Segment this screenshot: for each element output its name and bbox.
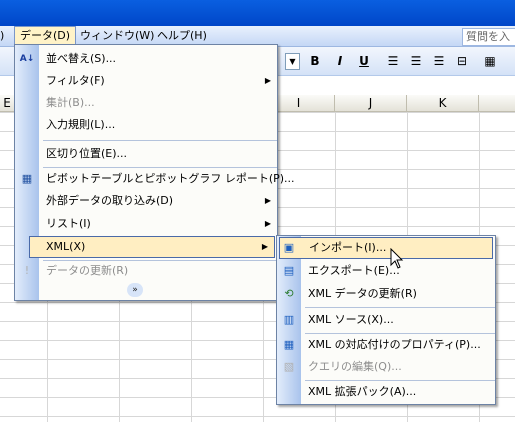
merge-center-icon[interactable]: ⊟ bbox=[452, 52, 472, 70]
align-left-icon[interactable]: ☰ bbox=[383, 52, 403, 70]
column-header-j[interactable]: J bbox=[335, 95, 407, 112]
column-header-k[interactable]: K bbox=[407, 95, 479, 112]
submenu-arrow-icon: ▶ bbox=[264, 76, 271, 85]
pivot-table-icon: ▦ bbox=[21, 172, 33, 185]
expand-menu-chevron-icon[interactable]: » bbox=[127, 283, 143, 297]
xml-import-icon: ▣ bbox=[283, 241, 295, 254]
menu-window[interactable]: ウィンドウ(W) bbox=[75, 27, 159, 44]
menu-item-sort[interactable]: A↓ 並べ替え(S)... bbox=[15, 48, 277, 70]
menu-item-refresh-data: ! データの更新(R) bbox=[15, 260, 277, 282]
align-right-icon[interactable]: ☰ bbox=[429, 52, 449, 70]
edit-query-icon: ▧ bbox=[283, 360, 295, 373]
menu-item-xml-refresh[interactable]: ⟲ XML データの更新(R) bbox=[277, 283, 495, 305]
submenu-arrow-icon: ▶ bbox=[261, 242, 268, 251]
menu-data[interactable]: データ(D) bbox=[14, 26, 77, 45]
currency-style-icon[interactable]: ▦ bbox=[480, 52, 500, 70]
menu-item-text-to-columns[interactable]: 区切り位置(E)... bbox=[15, 143, 277, 165]
menu-item-xml-source[interactable]: ▥ XML ソース(X)... bbox=[277, 309, 495, 331]
help-search-box[interactable]: 質問を入 bbox=[462, 28, 515, 46]
xml-export-icon: ▤ bbox=[283, 264, 295, 277]
refresh-icon: ! bbox=[24, 264, 30, 277]
data-menu: A↓ 並べ替え(S)... フィルタ(F) ▶ 集計(B)... 入力規則(L)… bbox=[14, 44, 295, 301]
menu-item-xml-export[interactable]: ▤ エクスポート(E)... bbox=[277, 260, 495, 282]
menu-item-subtotal: 集計(B)... bbox=[46, 96, 95, 109]
menu-item-xml-expansion-pack[interactable]: XML 拡張パック(A)... bbox=[277, 381, 495, 403]
menu-separator bbox=[305, 307, 495, 308]
menu-separator bbox=[43, 140, 277, 141]
menu-item-xml-import[interactable]: ▣ インポート(I)... bbox=[279, 237, 493, 259]
title-bar bbox=[0, 0, 515, 26]
xml-submenu: ▣ インポート(I)... ▤ エクスポート(E)... ⟲ XML データの更… bbox=[276, 235, 496, 405]
menu-help[interactable]: ヘルプ(H) bbox=[152, 27, 212, 44]
align-center-icon[interactable]: ☰ bbox=[406, 52, 426, 70]
menu-item-pivot-table[interactable]: ▦ ピボットテーブルとピボットグラフ レポート(P)... bbox=[15, 168, 295, 190]
xml-map-properties-icon: ▦ bbox=[283, 338, 295, 351]
sort-ascending-icon: A↓ bbox=[19, 54, 35, 64]
menu-item-xml-map-properties[interactable]: ▦ XML の対応付けのプロパティ(P)... bbox=[277, 334, 495, 356]
menu-item-validation[interactable]: 入力規則(L)... bbox=[15, 114, 277, 136]
menu-item-filter[interactable]: フィルタ(F) ▶ bbox=[15, 70, 277, 92]
menu-item-import-external-data[interactable]: 外部データの取り込み(D) ▶ bbox=[15, 190, 277, 212]
italic-button[interactable]: I bbox=[330, 52, 350, 70]
menu-item-xml[interactable]: XML(X) ▶ bbox=[29, 236, 275, 258]
column-header-next[interactable] bbox=[479, 95, 515, 112]
menu-edge: ) bbox=[0, 29, 5, 42]
xml-source-icon: ▥ bbox=[283, 313, 295, 326]
underline-button[interactable]: U bbox=[354, 52, 374, 70]
menu-item-edit-query: ▧ クエリの編集(Q)... bbox=[277, 356, 495, 378]
menu-item-list[interactable]: リスト(I) ▶ bbox=[15, 213, 277, 235]
column-header-e[interactable]: E bbox=[0, 95, 15, 112]
xml-refresh-icon: ⟲ bbox=[284, 287, 294, 300]
font-size-dropdown-icon[interactable]: ▼ bbox=[285, 53, 300, 70]
submenu-arrow-icon: ▶ bbox=[264, 196, 271, 205]
submenu-arrow-icon: ▶ bbox=[264, 219, 271, 228]
mouse-pointer-icon bbox=[390, 248, 404, 269]
bold-button[interactable]: B bbox=[305, 52, 325, 70]
